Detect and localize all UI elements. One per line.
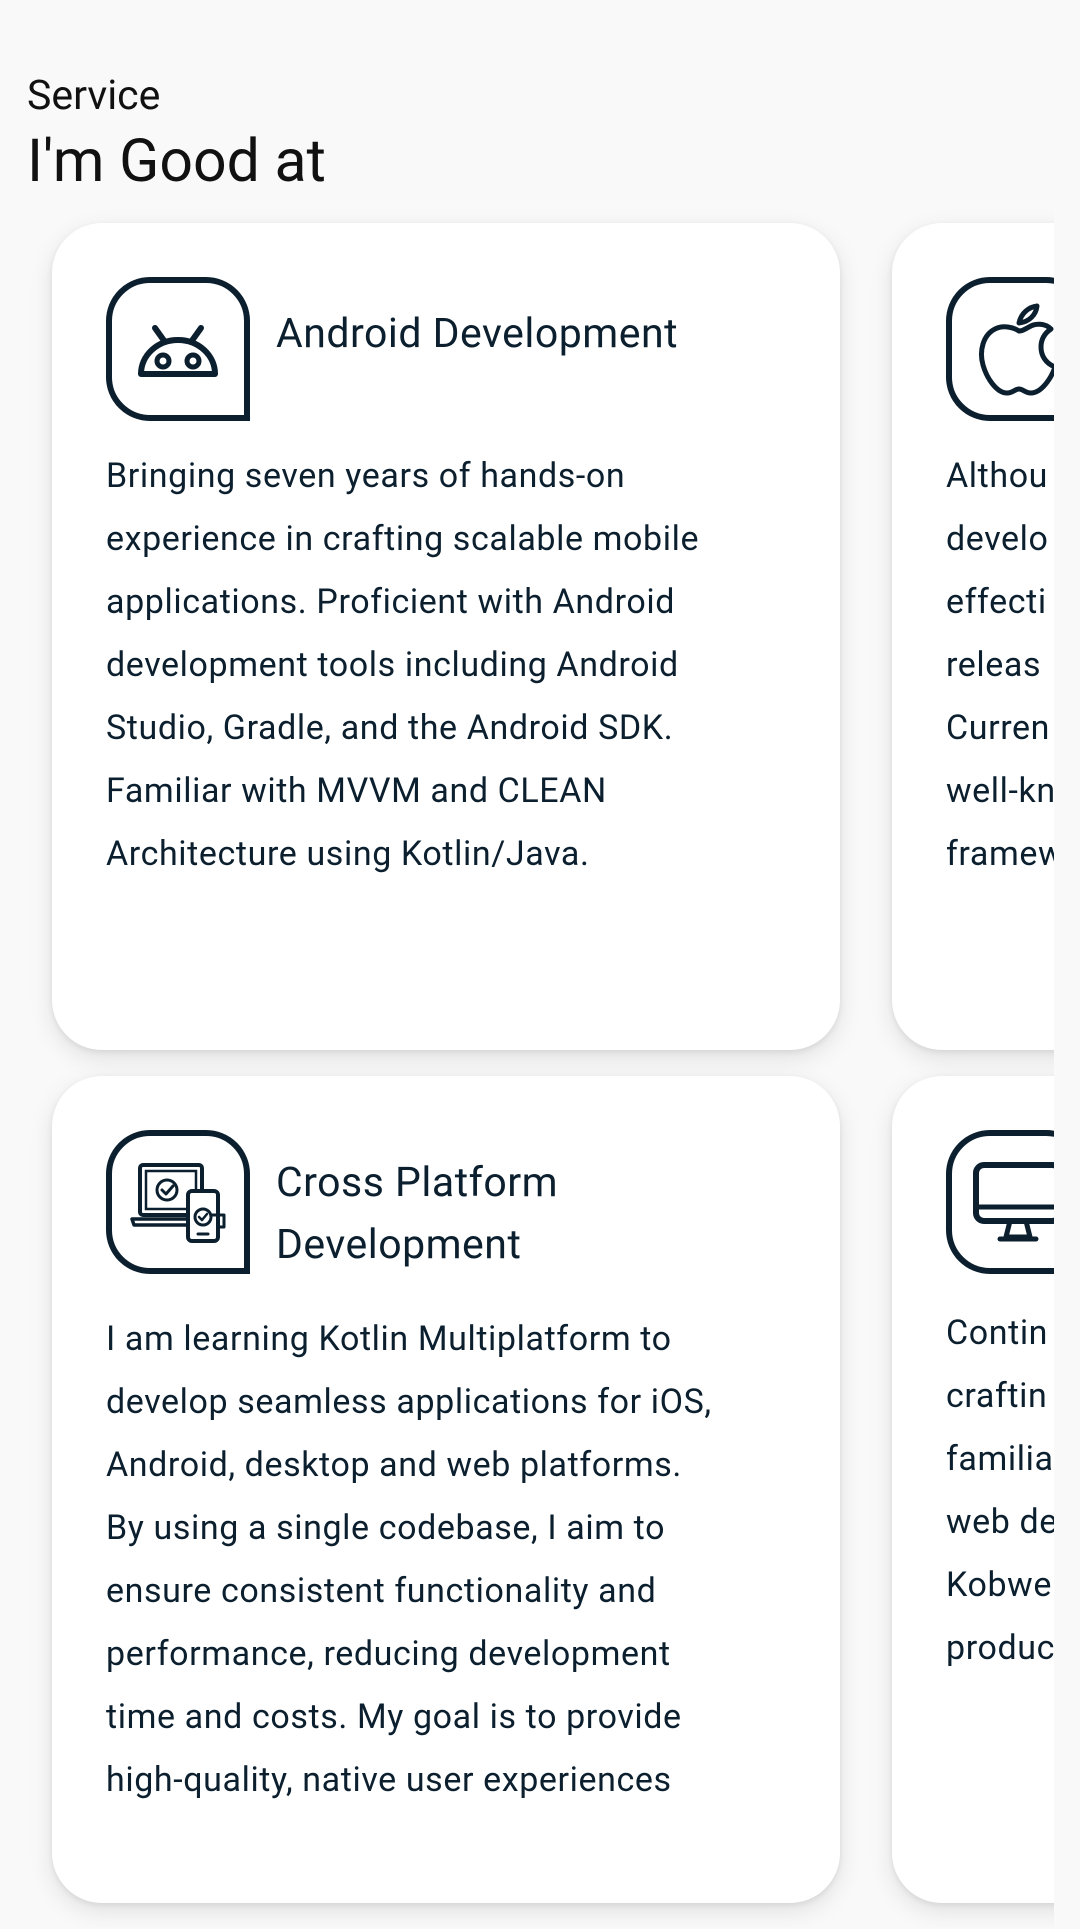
- service-card-android[interactable]: Android Development Bringing seven years…: [52, 223, 840, 1050]
- android-icon: [138, 325, 218, 377]
- service-icon-frame: [106, 277, 250, 421]
- service-card-cross-platform[interactable]: Cross Platform Development I am learning…: [52, 1076, 840, 1903]
- service-card-title: Android Development: [276, 310, 679, 358]
- service-card-ios[interactable]: Althou develo effecti releas Curren well…: [892, 223, 1054, 1050]
- service-icon-frame: [946, 277, 1054, 421]
- desktop-monitor-icon: [973, 1162, 1054, 1242]
- cross-platform-devices-icon: [130, 1163, 226, 1243]
- service-card-description: Bringing seven years of hands-on experie…: [106, 456, 700, 874]
- apple-icon: [979, 303, 1054, 396]
- service-icon-frame: [106, 1130, 250, 1274]
- service-card-title: Cross Platform Development: [276, 1159, 559, 1269]
- service-card-web[interactable]: Contin craftin familia web de Kobwe prod…: [892, 1076, 1054, 1903]
- service-icon-frame: [946, 1130, 1054, 1274]
- service-card-description: I am learning Kotlin Multiplatform to de…: [106, 1319, 712, 1800]
- service-card-description: Althou develo effecti releas Curren well…: [946, 456, 1054, 874]
- services-carousel[interactable]: Android Development Bringing seven years…: [0, 0, 1054, 1929]
- service-card-description: Contin craftin familia web de Kobwe prod…: [946, 1313, 1054, 1668]
